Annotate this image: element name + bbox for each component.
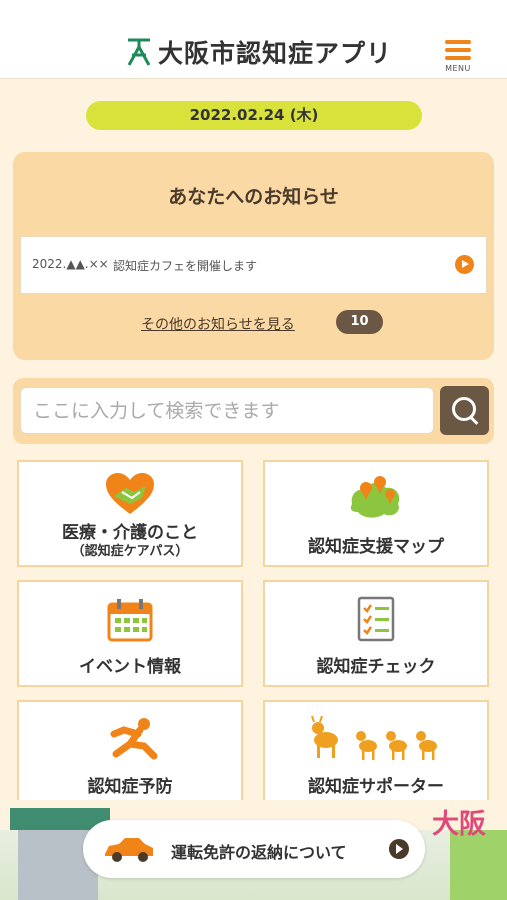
app-logo[interactable]: 大阪市認知症アプリ xyxy=(126,34,392,70)
search-panel xyxy=(13,378,494,444)
tile-label: 認知症予防 xyxy=(87,777,173,797)
notice-panel: あなたへのお知らせ 2022.▲▲.×× 認知症カフェを開催します その他のお知… xyxy=(13,152,494,360)
tile-label: 認知症サポーター xyxy=(308,777,444,797)
tile-events[interactable]: イベント情報 xyxy=(17,580,243,687)
current-date: 2022.02.24 (木) xyxy=(86,101,422,130)
stretching-person-icon xyxy=(110,718,158,760)
menu-label: MENU xyxy=(445,64,471,73)
city-label: 大阪 xyxy=(432,809,486,840)
tile-label: イベント情報 xyxy=(79,657,181,677)
map-pin-icon xyxy=(350,476,400,518)
notice-heading: あなたへのお知らせ xyxy=(168,186,339,208)
play-arrow-icon xyxy=(455,255,474,274)
checklist-icon xyxy=(357,596,395,642)
app-header: 大阪市認知症アプリ MENU xyxy=(0,0,507,79)
app-title: 大阪市認知症アプリ xyxy=(158,39,393,68)
osaka-city-mark-icon xyxy=(127,38,151,66)
license-return-button[interactable]: 運転免許の返納について xyxy=(83,820,425,878)
tile-label: 認知症支援マップ xyxy=(308,537,444,557)
search-button[interactable] xyxy=(440,386,489,435)
notice-item[interactable]: 2022.▲▲.×× 認知症カフェを開催します xyxy=(20,236,487,294)
tile-sublabel: （認知症ケアパス） xyxy=(71,544,189,559)
play-arrow-icon xyxy=(389,839,409,859)
deer-icon xyxy=(311,716,437,760)
hamburger-icon xyxy=(443,40,473,60)
search-input[interactable] xyxy=(20,387,434,434)
tile-medical-care[interactable]: 医療・介護のこと （認知症ケアパス） xyxy=(17,460,243,567)
more-notices-link[interactable]: その他のお知らせを見る xyxy=(141,314,295,334)
notice-date: 2022.▲▲.×× xyxy=(32,257,109,271)
car-icon xyxy=(105,838,153,862)
tile-support-map[interactable]: 認知症支援マップ xyxy=(263,460,489,567)
menu-button[interactable]: MENU xyxy=(443,40,473,74)
tile-prevention[interactable]: 認知症予防 xyxy=(17,700,243,807)
heart-hands-icon xyxy=(106,473,154,514)
notice-title: 認知症カフェを開催します xyxy=(113,259,258,273)
tile-label: 認知症チェック xyxy=(316,657,436,677)
calendar-icon xyxy=(107,599,153,642)
notice-count-badge: 10 xyxy=(336,310,383,334)
license-return-label: 運転免許の返納について xyxy=(171,843,347,862)
tile-dementia-check[interactable]: 認知症チェック xyxy=(263,580,489,687)
tile-supporter[interactable]: 認知症サポーター xyxy=(263,700,489,807)
